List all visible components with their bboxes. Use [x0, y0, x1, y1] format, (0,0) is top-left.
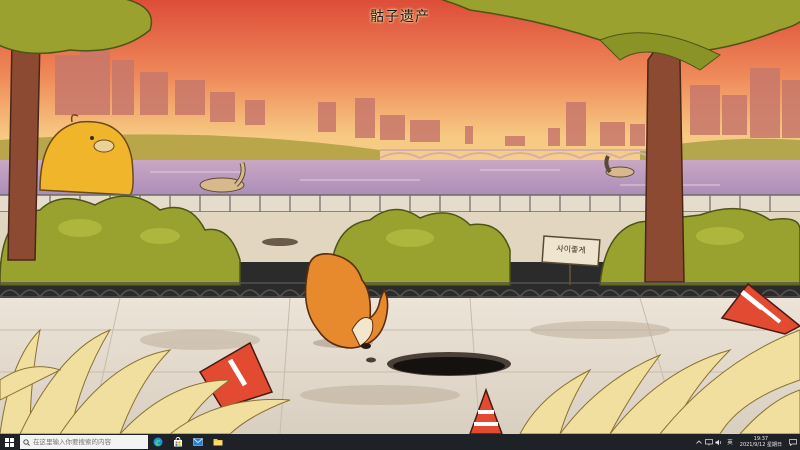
system-tray: 英 19:37 2021/9/12 星期日 — [694, 434, 800, 450]
edge-logo — [153, 437, 163, 447]
store-icon[interactable] — [168, 434, 188, 450]
desktop[interactable]: 骷子遗产 사이좋게 — [0, 0, 800, 434]
search-icon — [23, 438, 30, 446]
windows-logo-icon — [4, 437, 14, 447]
store-bag-icon — [174, 437, 182, 447]
clock-date: 2021/9/12 星期日 — [739, 442, 782, 448]
mail-icon[interactable] — [188, 434, 208, 450]
wallpaper-illustration — [0, 0, 800, 434]
start-button[interactable] — [0, 434, 18, 450]
taskbar-search-box[interactable] — [20, 435, 148, 449]
network-icon[interactable] — [704, 434, 714, 450]
distant-manhole — [262, 238, 298, 246]
mail-envelope-icon — [193, 438, 203, 446]
input-method-indicator[interactable]: 英 — [724, 438, 736, 446]
search-input[interactable] — [30, 438, 143, 446]
folder-icon — [213, 439, 223, 446]
show-hidden-icons-chevron-icon[interactable] — [694, 434, 704, 450]
edge-icon[interactable] — [148, 434, 168, 450]
taskbar: 英 19:37 2021/9/12 星期日 — [0, 434, 800, 450]
video-caption: 骷子遗产 — [370, 9, 430, 25]
taskbar-clock[interactable]: 19:37 2021/9/12 星期日 — [736, 436, 786, 448]
volume-icon[interactable] — [714, 434, 724, 450]
open-manhole — [387, 352, 511, 376]
action-center-icon[interactable] — [786, 434, 800, 450]
file-explorer-icon[interactable] — [208, 434, 228, 450]
